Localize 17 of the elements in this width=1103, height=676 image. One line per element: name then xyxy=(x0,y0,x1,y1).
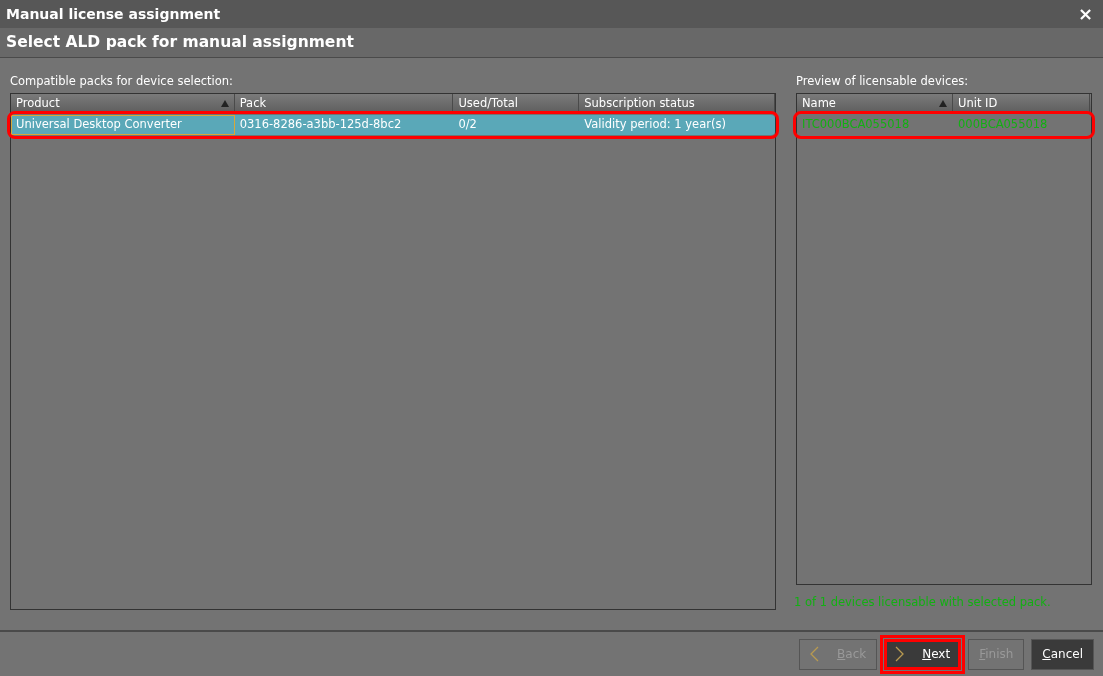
column-header[interactable]: Name xyxy=(797,94,953,113)
close-button[interactable]: × xyxy=(1075,5,1095,23)
chevron-right-icon xyxy=(895,646,905,662)
table-cell-text: ITC000BCA055018 xyxy=(801,116,911,134)
window-title: Manual license assignment xyxy=(6,4,221,24)
section-label: Preview of licensable devices: xyxy=(796,73,970,91)
table-cell: Universal Desktop Converter xyxy=(11,115,235,135)
table-cell-text: 0/2 xyxy=(457,116,478,134)
section-label: Compatible packs for device selection: xyxy=(10,73,234,91)
subtitle-bar: Select ALD pack for manual assignment xyxy=(0,28,1103,58)
table-cell-text: Validity period: 1 year(s) xyxy=(583,116,727,134)
column-header[interactable]: Unit ID xyxy=(953,94,1090,113)
status-message: 1 of 1 devices licensable with selected pack. xyxy=(794,593,1051,611)
dialog-button[interactable]: Cancel xyxy=(1031,638,1094,670)
table-cell-text: 0316-8286-a3bb-125d-8bc2 xyxy=(238,116,403,134)
chevron-left-icon xyxy=(810,646,820,662)
table-cell-text: 000BCA055018 xyxy=(957,116,1049,134)
